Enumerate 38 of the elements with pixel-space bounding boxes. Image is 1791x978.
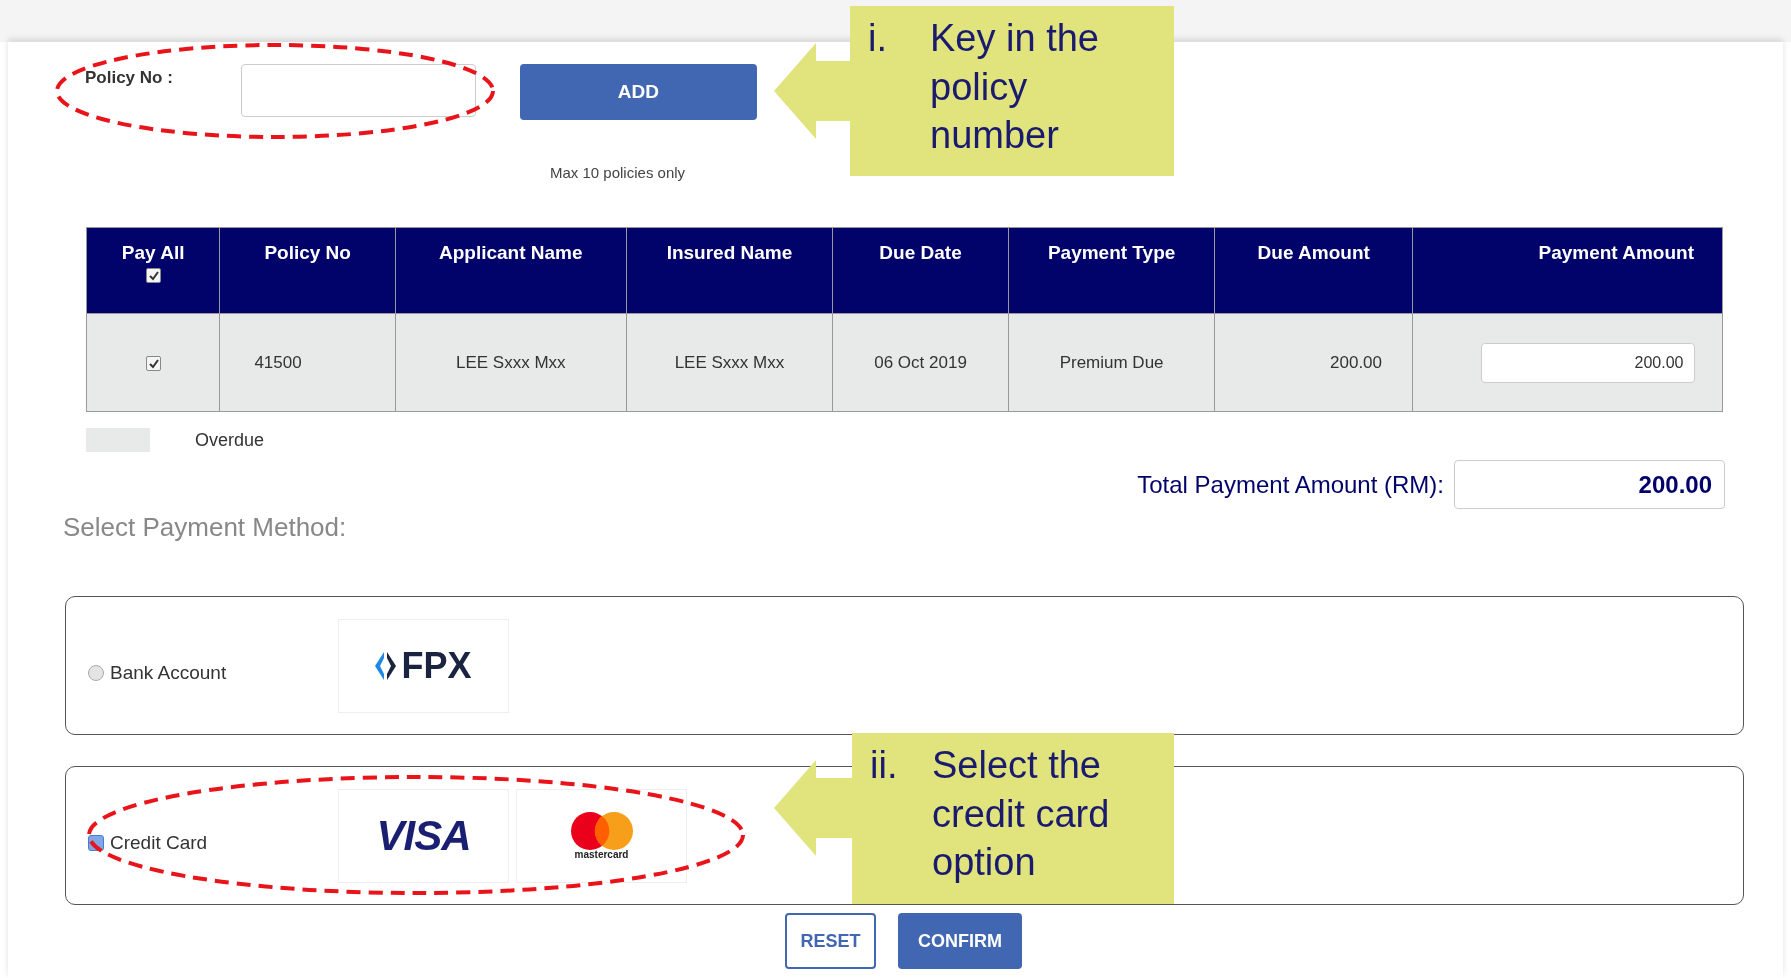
column-header: Due Amount: [1257, 242, 1370, 264]
mastercard-logo: mastercard: [569, 811, 634, 860]
table-cell: 06 Oct 2019: [874, 352, 967, 372]
total-label: Total Payment Amount (RM):: [1137, 470, 1444, 499]
option-label: Credit Card: [110, 831, 208, 854]
fpx-logo: FPX: [375, 644, 472, 687]
callout-text: Select the credit card option: [932, 743, 1111, 886]
policy-input-field[interactable]: [240, 64, 476, 117]
radio-button[interactable]: [88, 664, 104, 681]
callout-number: i.: [868, 16, 888, 61]
callout-number: ii.: [870, 743, 899, 788]
table-cell: 200.00: [1330, 352, 1382, 372]
checkbox[interactable]: [145, 268, 161, 284]
column-header: Insured Name: [666, 242, 793, 264]
add-button[interactable]: ADD: [519, 64, 757, 120]
column-header: Payment Type: [1047, 242, 1176, 264]
callout-text: Key in the policy number: [930, 16, 1100, 159]
table-cell: LEE Sxxx Mxx: [456, 352, 566, 372]
legend-swatch: [86, 428, 150, 452]
column-header: Due Date: [879, 242, 962, 264]
checkbox[interactable]: [145, 355, 161, 371]
reset-button[interactable]: RESET: [785, 913, 876, 969]
option-label: Bank Account: [110, 661, 227, 684]
field-label: Policy No :: [85, 68, 173, 88]
total-amount-field[interactable]: 200.00: [1454, 460, 1725, 509]
column-header: Payment Amount: [1538, 242, 1694, 264]
table-cell: 41500: [254, 352, 302, 372]
hint-text: Max 10 policies only: [550, 164, 687, 181]
column-header: Applicant Name: [439, 242, 583, 264]
table-cell: LEE Sxxx Mxx: [674, 352, 785, 372]
section-heading: Select Payment Method:: [63, 512, 348, 543]
table-cell: Premium Due: [1059, 352, 1164, 372]
confirm-button[interactable]: CONFIRM: [898, 913, 1022, 969]
legend-label: Overdue: [195, 429, 265, 451]
column-header: Pay All: [121, 242, 185, 264]
visa-logo: VISA: [376, 811, 471, 860]
payment-amount-field[interactable]: 200.00: [1480, 342, 1695, 383]
column-header: Policy No: [264, 242, 351, 264]
